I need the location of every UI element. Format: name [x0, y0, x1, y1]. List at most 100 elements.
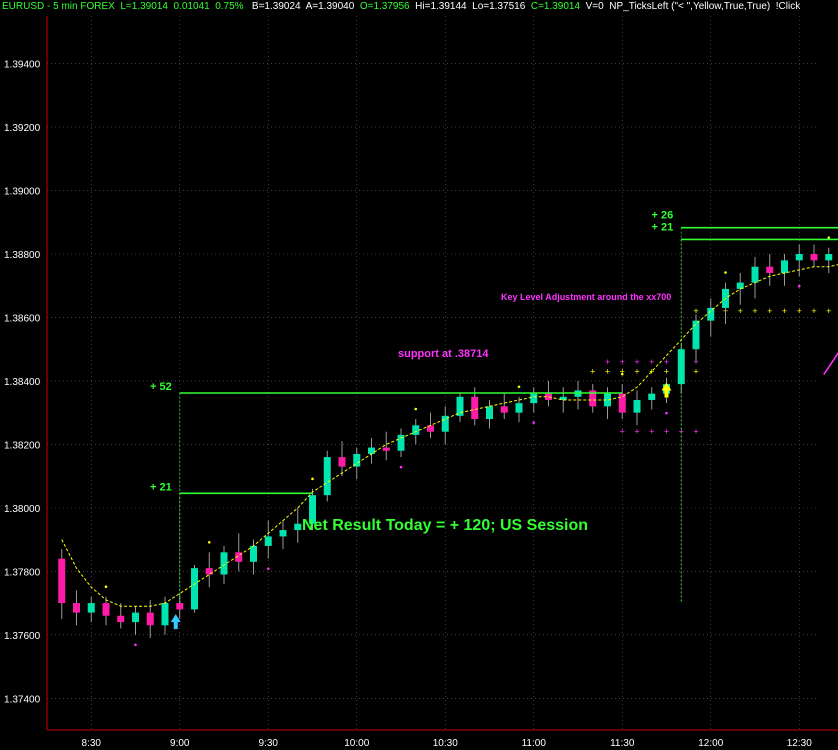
support-dot: + — [590, 366, 595, 376]
x-tick-label: 11:00 — [522, 738, 547, 749]
resistance-dot: + — [634, 357, 639, 367]
x-tick-label: 9:00 — [170, 738, 190, 749]
signal-dot — [134, 643, 137, 647]
candle-up — [397, 434, 405, 451]
y-tick-label: 1.39400 — [4, 60, 41, 71]
resistance-dot: + — [693, 427, 698, 437]
support-pointer — [823, 352, 838, 376]
candle-up — [412, 425, 420, 435]
y-tick-label: 1.39000 — [4, 187, 41, 198]
candle-up — [294, 523, 302, 531]
candle-up — [530, 393, 538, 404]
candle-up — [220, 552, 228, 575]
candle-up — [648, 393, 656, 400]
net-result-annotation: Net Result Today = + 120; US Session — [302, 517, 588, 534]
candle-up — [486, 406, 493, 420]
y-tick-label: 1.39200 — [4, 123, 41, 134]
signal-dot — [399, 465, 403, 469]
support-dot: + — [811, 306, 816, 316]
support-dot: + — [634, 366, 639, 376]
candle-down — [205, 568, 213, 575]
candle-up — [633, 399, 641, 413]
candle-down — [810, 254, 818, 261]
signal-dot — [266, 567, 270, 570]
y-tick-label: 1.37600 — [4, 631, 41, 642]
candle-up — [456, 396, 464, 416]
candle-down — [73, 603, 80, 613]
signal-dot — [532, 421, 536, 424]
y-tick-label: 1.38600 — [4, 313, 41, 324]
gain-label: + 52 — [150, 381, 172, 393]
candle-up — [132, 612, 139, 623]
candle-up — [250, 545, 257, 562]
support-dot: + — [649, 366, 654, 376]
price-chart[interactable]: 1.39400 1.39200 1.39000 1.38800 1.38600 1.384… — [0, 0, 838, 750]
signal-dot — [104, 585, 108, 589]
candle-down — [427, 425, 434, 432]
gain-label: + 21 — [652, 221, 674, 233]
candle-down — [58, 558, 66, 604]
x-tick-label: 10:00 — [344, 738, 369, 749]
candle-up — [368, 447, 375, 454]
candle-up — [264, 536, 272, 546]
x-tick-label: 12:00 — [698, 738, 723, 749]
x-tick-label: 12:30 — [787, 738, 812, 749]
candle-down — [338, 457, 346, 467]
candle-up — [692, 320, 700, 350]
resistance-dot: + — [605, 357, 610, 367]
candle-up — [323, 457, 331, 496]
candle-layer — [58, 244, 833, 638]
gain-label: + 26 — [652, 210, 674, 222]
candle-down — [176, 603, 184, 610]
x-tick-label: 11:30 — [610, 738, 635, 749]
y-tick-label: 1.38200 — [4, 440, 41, 451]
signal-dot — [207, 540, 211, 544]
signal-dot — [414, 407, 418, 411]
gain-label: + 21 — [150, 481, 172, 493]
resistance-dot: + — [649, 427, 654, 437]
candle-up — [87, 603, 95, 613]
y-tick-label: 1.37400 — [4, 694, 41, 705]
candle-up — [515, 403, 523, 413]
candle-down — [471, 396, 479, 420]
candle-down — [382, 447, 390, 451]
candle-up — [825, 254, 833, 261]
signal-dot — [797, 284, 801, 288]
candle-up — [751, 266, 759, 283]
candle-up — [707, 307, 715, 321]
key-level-annotation: Key Level Adjustment around the xx700 — [501, 292, 671, 302]
support-dot: + — [797, 306, 802, 316]
candle-up — [781, 260, 788, 274]
candle-down — [102, 603, 110, 616]
y-tick-label: 1.38800 — [4, 250, 41, 261]
support-dot: + — [605, 366, 610, 376]
candle-up — [161, 603, 169, 626]
y-tick-label: 1.38000 — [4, 504, 41, 515]
resistance-dot: + — [649, 357, 654, 367]
candle-down — [146, 612, 154, 626]
support-annotation: support at .38714 — [398, 348, 489, 360]
x-tick-label: 10:30 — [433, 738, 458, 749]
candle-up — [279, 530, 287, 537]
signal-dot — [827, 236, 831, 239]
signal-dot — [724, 271, 727, 274]
signal-dot — [665, 411, 668, 415]
support-dot: + — [693, 366, 698, 376]
resistance-dot: + — [664, 357, 669, 367]
candle-up — [191, 568, 198, 610]
candle-up — [795, 254, 803, 261]
support-dot: + — [738, 306, 743, 316]
signal-dot — [517, 385, 521, 389]
support-dot: + — [782, 306, 787, 316]
x-tick-label: 8:30 — [82, 738, 102, 749]
resistance-dot: + — [620, 357, 625, 367]
support-dot: + — [826, 306, 831, 316]
resistance-dot: + — [664, 427, 669, 437]
candle-down — [117, 615, 125, 623]
resistance-dot: + — [620, 427, 625, 437]
candle-down — [766, 266, 774, 274]
signal-dot — [311, 477, 314, 481]
support-dot: + — [620, 366, 625, 376]
y-tick-label: 1.37800 — [4, 567, 41, 578]
x-tick-label: 9:30 — [259, 738, 279, 749]
